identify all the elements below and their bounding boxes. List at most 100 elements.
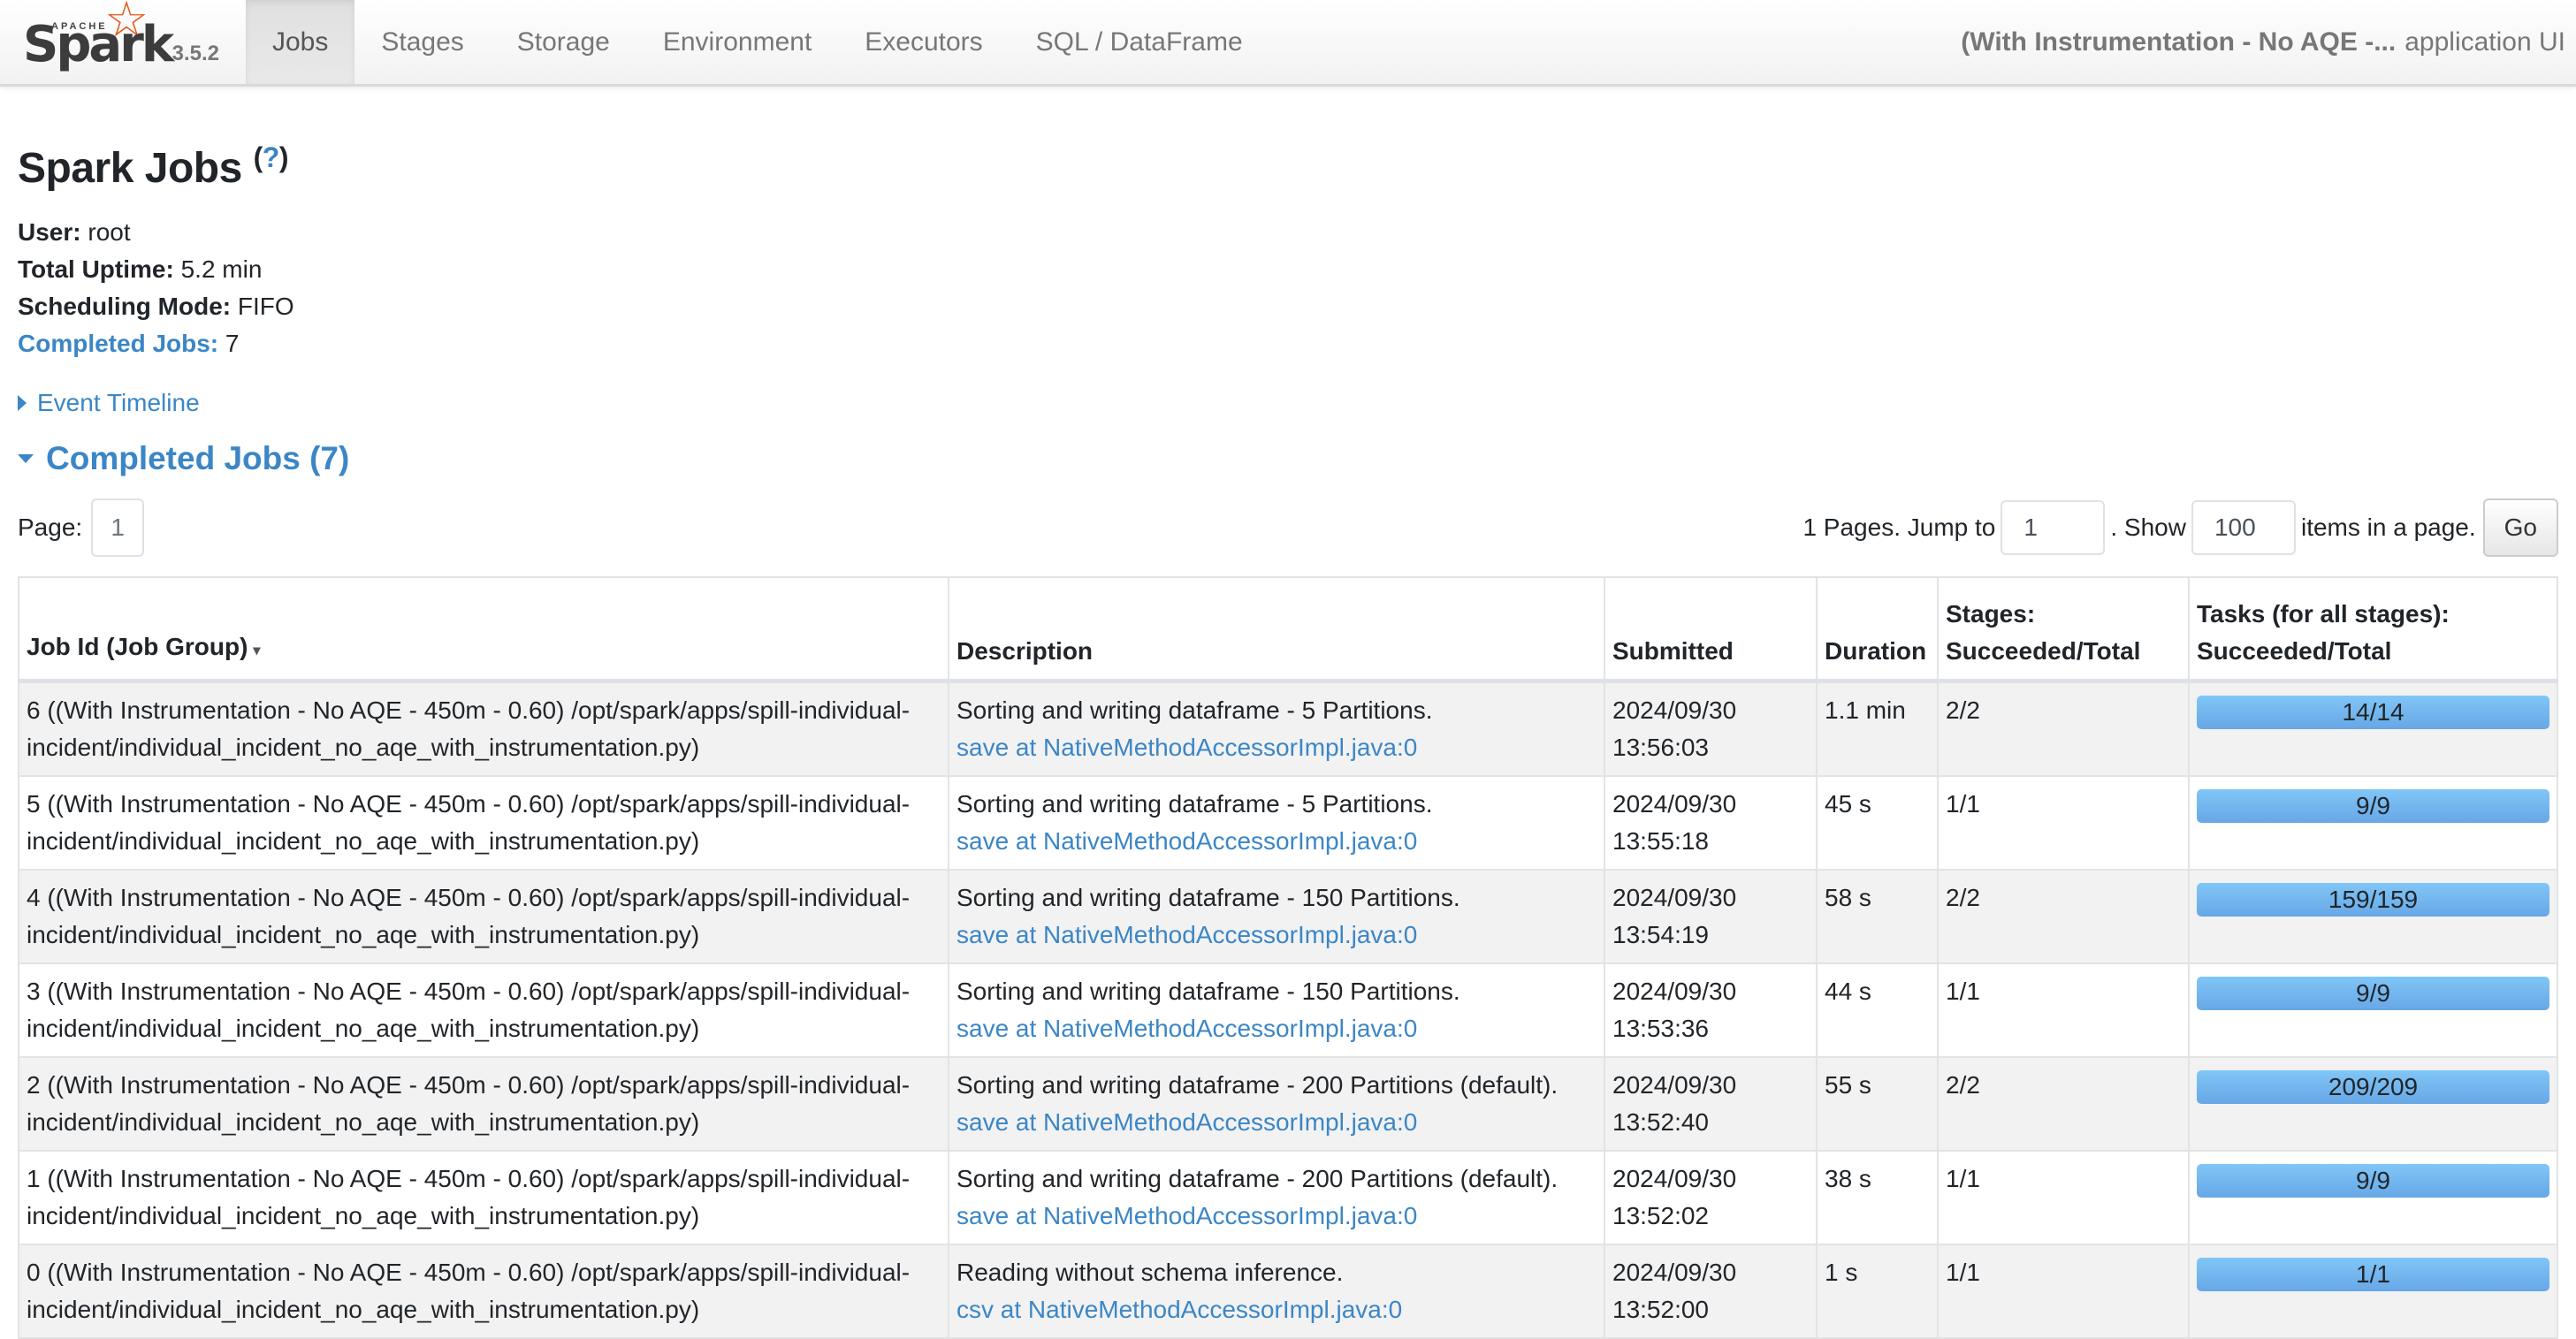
duration-cell: 45 s (1816, 775, 1939, 871)
job-detail-link[interactable]: csv at NativeMethodAccessorImpl.java:0 (956, 1296, 1402, 1323)
job-id-cell: 5 ((With Instrumentation - No AQE - 450m… (18, 775, 949, 871)
submitted-time: 13:52:40 (1612, 1108, 1709, 1136)
tasks-cell: 9/9 (2188, 1150, 2558, 1245)
tasks-progress-bar: 14/14 (2197, 696, 2549, 729)
pagination: Page: 1 1 Pages. Jump to . Show items in… (18, 498, 2558, 557)
tasks-progress-bar: 9/9 (2197, 977, 2549, 1010)
tasks-progress-bar: 159/159 (2197, 883, 2549, 917)
help-icon[interactable]: ? (263, 141, 280, 173)
job-description: Sorting and writing dataframe - 200 Part… (956, 1071, 1559, 1099)
main-content: Spark Jobs (?) User: root Total Uptime: … (0, 141, 2576, 1339)
tasks-cell: 14/14 (2188, 680, 2558, 777)
submitted-cell: 2024/09/30 13:52:02 (1604, 1150, 1818, 1245)
table-row: 6 ((With Instrumentation - No AQE - 450m… (18, 680, 2558, 777)
pages-text: 1 Pages. Jump to (1802, 514, 1996, 541)
tab-sql-dataframe[interactable]: SQL / DataFrame (1010, 0, 1269, 84)
job-description: Sorting and writing dataframe - 150 Part… (956, 978, 1460, 1005)
app-title: (With Instrumentation - No AQE -... appl… (1961, 0, 2565, 84)
tasks-cell: 9/9 (2188, 962, 2558, 1058)
col-duration[interactable]: Duration (1816, 576, 1939, 683)
completed-jobs-toggle[interactable]: Completed Jobs (7) (18, 440, 2558, 477)
submitted-date: 2024/09/30 (1612, 696, 1737, 724)
tasks-progress-bar: 9/9 (2197, 789, 2549, 823)
duration-cell: 58 s (1816, 869, 1939, 964)
tasks-progress-label: 9/9 (2356, 792, 2390, 819)
page-size-input[interactable] (2191, 500, 2296, 555)
job-detail-link[interactable]: save at NativeMethodAccessorImpl.java:0 (956, 827, 1417, 855)
col-tasks[interactable]: Tasks (for all stages): Succeeded/Total (2188, 576, 2558, 683)
submitted-time: 13:53:36 (1612, 1015, 1709, 1042)
tab-stages[interactable]: Stages (354, 0, 490, 84)
col-job-id[interactable]: Job Id (Job Group) ▾ (18, 576, 949, 683)
help-tooltip[interactable]: (?) (254, 141, 289, 173)
tab-storage[interactable]: Storage (491, 0, 636, 84)
caret-right-icon (18, 395, 27, 411)
tasks-progress-label: 209/209 (2328, 1073, 2419, 1100)
col-description[interactable]: Description (948, 576, 1605, 683)
event-timeline-label[interactable]: Event Timeline (37, 389, 200, 417)
tasks-cell: 209/209 (2188, 1056, 2558, 1152)
page-number-button[interactable]: 1 (91, 498, 145, 557)
tasks-progress-bar: 9/9 (2197, 1164, 2549, 1198)
job-rows: 6 ((With Instrumentation - No AQE - 450m… (18, 680, 2558, 1339)
tasks-progress-label: 9/9 (2356, 979, 2390, 1007)
tasks-progress-label: 9/9 (2356, 1167, 2390, 1194)
tab-environment[interactable]: Environment (636, 0, 838, 84)
duration-cell: 55 s (1816, 1056, 1939, 1152)
spark-logo[interactable]: ☆ APACHE Spark (16, 0, 174, 84)
stages-cell: 1/1 (1937, 1150, 2190, 1245)
job-detail-link[interactable]: save at NativeMethodAccessorImpl.java:0 (956, 1202, 1417, 1229)
submitted-date: 2024/09/30 (1612, 790, 1737, 818)
col-tasks-line2: Succeeded/Total (2197, 637, 2392, 665)
completed-jobs-link[interactable]: Completed Jobs: (18, 330, 218, 357)
job-summary: User: root Total Uptime: 5.2 min Schedul… (18, 214, 2558, 362)
uptime-value: 5.2 min (180, 255, 263, 283)
jump-to-page-input[interactable] (2001, 500, 2106, 555)
stages-cell: 2/2 (1937, 869, 2190, 964)
tab-executors[interactable]: Executors (838, 0, 1009, 84)
job-detail-link[interactable]: save at NativeMethodAccessorImpl.java:0 (956, 1015, 1417, 1042)
duration-cell: 1 s (1816, 1244, 1939, 1339)
job-detail-link[interactable]: save at NativeMethodAccessorImpl.java:0 (956, 921, 1417, 948)
tasks-progress-label: 159/159 (2328, 886, 2419, 913)
col-tasks-line1: Tasks (for all stages): (2197, 600, 2450, 628)
tab-jobs[interactable]: Jobs (246, 0, 355, 84)
page-title: Spark Jobs (?) (18, 141, 2558, 193)
description-cell: Sorting and writing dataframe - 200 Part… (948, 1056, 1605, 1152)
summary-completed: Completed Jobs: 7 (18, 325, 2558, 362)
duration-cell: 1.1 min (1816, 680, 1939, 777)
mode-value: FIFO (237, 293, 294, 320)
tasks-cell: 1/1 (2188, 1244, 2558, 1339)
app-name: (With Instrumentation - No AQE -... (1961, 27, 2397, 57)
job-id-cell: 6 ((With Instrumentation - No AQE - 450m… (18, 680, 949, 777)
description-cell: Sorting and writing dataframe - 150 Part… (948, 962, 1605, 1058)
brand[interactable]: ☆ APACHE Spark 3.5.2 (0, 0, 246, 84)
job-detail-link[interactable]: save at NativeMethodAccessorImpl.java:0 (956, 734, 1417, 761)
submitted-cell: 2024/09/30 13:52:00 (1604, 1244, 1818, 1339)
spark-version: 3.5.2 (171, 42, 219, 65)
completed-jobs-header[interactable]: Completed Jobs (7) (46, 440, 349, 477)
event-timeline-toggle[interactable]: Event Timeline (18, 389, 2558, 417)
table-row: 2 ((With Instrumentation - No AQE - 450m… (18, 1056, 2558, 1152)
user-value: root (88, 218, 131, 246)
tasks-cell: 159/159 (2188, 869, 2558, 964)
sort-desc-icon[interactable]: ▾ (253, 643, 260, 658)
col-job-id-label[interactable]: Job Id (Job Group) (27, 633, 248, 660)
submitted-date: 2024/09/30 (1612, 884, 1737, 911)
go-button[interactable]: Go (2482, 498, 2558, 557)
submitted-cell: 2024/09/30 13:52:40 (1604, 1056, 1818, 1152)
job-id-cell: 2 ((With Instrumentation - No AQE - 450m… (18, 1056, 949, 1152)
col-stages[interactable]: Stages: Succeeded/Total (1937, 576, 2190, 683)
description-cell: Sorting and writing dataframe - 200 Part… (948, 1150, 1605, 1245)
description-cell: Sorting and writing dataframe - 5 Partit… (948, 680, 1605, 777)
submitted-cell: 2024/09/30 13:56:03 (1604, 680, 1818, 777)
col-submitted[interactable]: Submitted (1604, 576, 1818, 683)
stages-cell: 2/2 (1937, 680, 2190, 777)
job-description: Sorting and writing dataframe - 200 Part… (956, 1165, 1559, 1192)
stages-cell: 1/1 (1937, 775, 2190, 871)
items-text: items in a page. (2300, 514, 2476, 541)
job-id-cell: 4 ((With Instrumentation - No AQE - 450m… (18, 869, 949, 964)
submitted-cell: 2024/09/30 13:54:19 (1604, 869, 1818, 964)
submitted-date: 2024/09/30 (1612, 1071, 1737, 1099)
job-detail-link[interactable]: save at NativeMethodAccessorImpl.java:0 (956, 1108, 1417, 1136)
